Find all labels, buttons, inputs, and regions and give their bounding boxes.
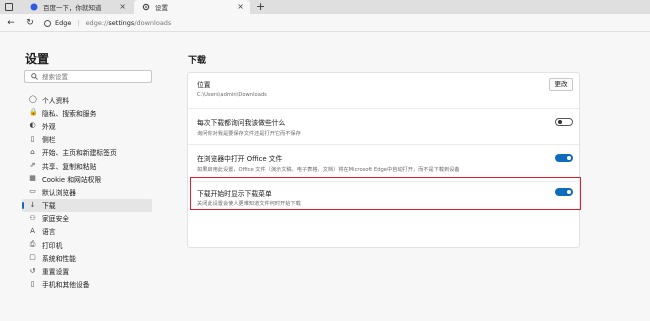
sidebar-item[interactable]: ◐ 外观 — [22, 119, 152, 132]
sidebar-item-label: 隐私、搜索和服务 — [42, 109, 97, 118]
sidebar-item-label: 系统和性能 — [42, 254, 76, 263]
downloads-settings-card: 位置 C:\Users\admin\Downloads 更改 每次下载都询问我该… — [187, 72, 580, 248]
sidebar-item-label: Cookie 和网站权限 — [42, 175, 102, 184]
sidebar-item[interactable]: A 语言 — [22, 225, 152, 238]
appearance-icon: ◐ — [29, 121, 36, 130]
download-icon: ↓ — [29, 200, 36, 209]
toggle-knob — [558, 120, 562, 124]
close-icon[interactable]: × — [237, 2, 244, 11]
setting-title: 在浏览器中打开 Office 文件 — [197, 155, 283, 163]
setting-title: 位置 — [197, 81, 211, 89]
address-toolbar: ← ↻ Edge | edge:// settings /downloads — [0, 14, 650, 32]
back-arrow-icon[interactable]: ← — [5, 17, 17, 29]
sidebar-item-label: 下载 — [42, 202, 56, 211]
sidebar-item[interactable]: ↓ 下载 — [22, 198, 152, 212]
sidebar-item[interactable]: ⎙ 打印机 — [22, 238, 152, 251]
system-icon: ▢ — [29, 253, 36, 262]
address-bar[interactable]: Edge | edge:// settings /downloads — [44, 17, 171, 29]
setting-subtitle: 如果启用此设置，Office 文件（演示文稿、电子表格、文档）将在Microso… — [197, 167, 460, 173]
sidebar-item-label: 共享、复制和粘贴 — [42, 162, 97, 171]
tab-baidu[interactable]: 百度一下，你就知道 × — [24, 0, 132, 14]
setting-title: 每次下载都询问我该做些什么 — [197, 119, 286, 127]
home-icon: ⌂ — [30, 147, 35, 156]
cookie-icon: ▦ — [29, 174, 36, 183]
sidebar-item-label: 重置设置 — [42, 268, 70, 277]
refresh-icon[interactable]: ↻ — [24, 17, 36, 29]
tab-label: 百度一下，你就知道 — [43, 4, 102, 12]
sidebar-item[interactable]: 🔒 隐私、搜索和服务 — [22, 106, 152, 119]
sidebar-title: 设置 — [25, 52, 50, 66]
sidebar-item[interactable]: ⚇ 家庭安全 — [22, 212, 152, 225]
toggle-knob — [567, 156, 571, 160]
sidebar-item[interactable]: ⇗ 共享、复制和粘贴 — [22, 159, 152, 172]
gear-icon — [142, 3, 150, 11]
lock-icon: 🔒 — [29, 108, 38, 117]
sidebar-item-label: 个人资料 — [42, 96, 70, 105]
sidebar-item-label: 家庭安全 — [42, 215, 70, 224]
new-tab-icon[interactable]: + — [256, 0, 265, 14]
share-icon: ⇗ — [29, 161, 36, 170]
baidu-favicon-icon — [30, 3, 38, 11]
tab-strip: 百度一下，你就知道 × 设置 × + — [0, 0, 650, 14]
url-main: settings — [108, 19, 135, 27]
sidebar-item[interactable]: ▦ Cookie 和网站权限 — [22, 172, 152, 185]
reset-icon: ↺ — [29, 266, 36, 275]
settings-sidebar: 设置 ◯ 个人资料 🔒 隐私、搜索和服务 ◐ 外观 ▯ 侧栏 ⌂ 开始、主页和新建标签页 ⇗ 共享、复… — [0, 33, 172, 321]
close-icon[interactable]: × — [119, 2, 126, 11]
sidebar-item[interactable]: ▯ 侧栏 — [22, 133, 152, 146]
sidebar-icon: ▯ — [30, 134, 35, 143]
settings-search[interactable] — [24, 70, 152, 83]
sidebar-item[interactable]: ↺ 重置设置 — [22, 264, 152, 277]
browser-icon: ▭ — [29, 187, 36, 196]
tab-settings[interactable]: 设置 × — [134, 0, 250, 14]
sidebar-item-label: 手机和其他设备 — [42, 281, 90, 290]
window-menu-icon[interactable] — [5, 3, 13, 11]
profile-icon: ◯ — [29, 95, 37, 104]
url-prefix: edge:// — [85, 19, 109, 27]
office-toggle[interactable] — [555, 154, 573, 162]
site-label: Edge — [55, 19, 72, 27]
printer-icon: ⎙ — [29, 240, 36, 249]
address-separator: | — [77, 19, 80, 27]
highlight-box — [190, 177, 581, 210]
setting-row-ask: 每次下载都询问我该做些什么 询问你对我是要保存文件还是打开它而不保存 — [188, 109, 579, 145]
page-title: 下载 — [188, 56, 207, 66]
tab-label: 设置 — [155, 4, 168, 12]
sidebar-nav: ◯ 个人资料 🔒 隐私、搜索和服务 ◐ 外观 ▯ 侧栏 ⌂ 开始、主页和新建标签页 ⇗ 共享、复制和粘… — [22, 93, 152, 291]
sidebar-item[interactable]: ▢ 系统和性能 — [22, 251, 152, 264]
sidebar-item[interactable]: ◯ 个人资料 — [22, 93, 152, 106]
search-input[interactable] — [42, 72, 142, 81]
search-icon — [31, 73, 38, 80]
sidebar-item[interactable]: ▯ 手机和其他设备 — [22, 278, 152, 291]
sidebar-item-label: 语言 — [42, 228, 56, 237]
edge-icon — [44, 19, 51, 27]
sidebar-item-label: 默认浏览器 — [42, 188, 76, 197]
language-icon: A — [30, 226, 35, 235]
sidebar-item-label: 开始、主页和新建标签页 — [42, 149, 117, 158]
sidebar-item-label: 打印机 — [42, 241, 63, 250]
sidebar-item[interactable]: ⌂ 开始、主页和新建标签页 — [22, 146, 152, 159]
phone-icon: ▯ — [30, 279, 35, 288]
family-icon: ⚇ — [29, 213, 36, 222]
sidebar-item-label: 侧栏 — [42, 136, 56, 145]
setting-subtitle: 询问你对我是要保存文件还是打开它而不保存 — [197, 131, 301, 137]
sidebar-item-label: 外观 — [42, 122, 56, 131]
setting-subtitle: C:\Users\admin\Downloads — [197, 92, 267, 98]
sidebar-item[interactable]: ▭ 默认浏览器 — [22, 185, 152, 198]
setting-row-location: 位置 C:\Users\admin\Downloads 更改 — [188, 73, 579, 109]
change-location-button[interactable]: 更改 — [549, 78, 573, 91]
ask-toggle[interactable] — [555, 118, 573, 126]
url-suffix: /downloads — [134, 19, 172, 27]
